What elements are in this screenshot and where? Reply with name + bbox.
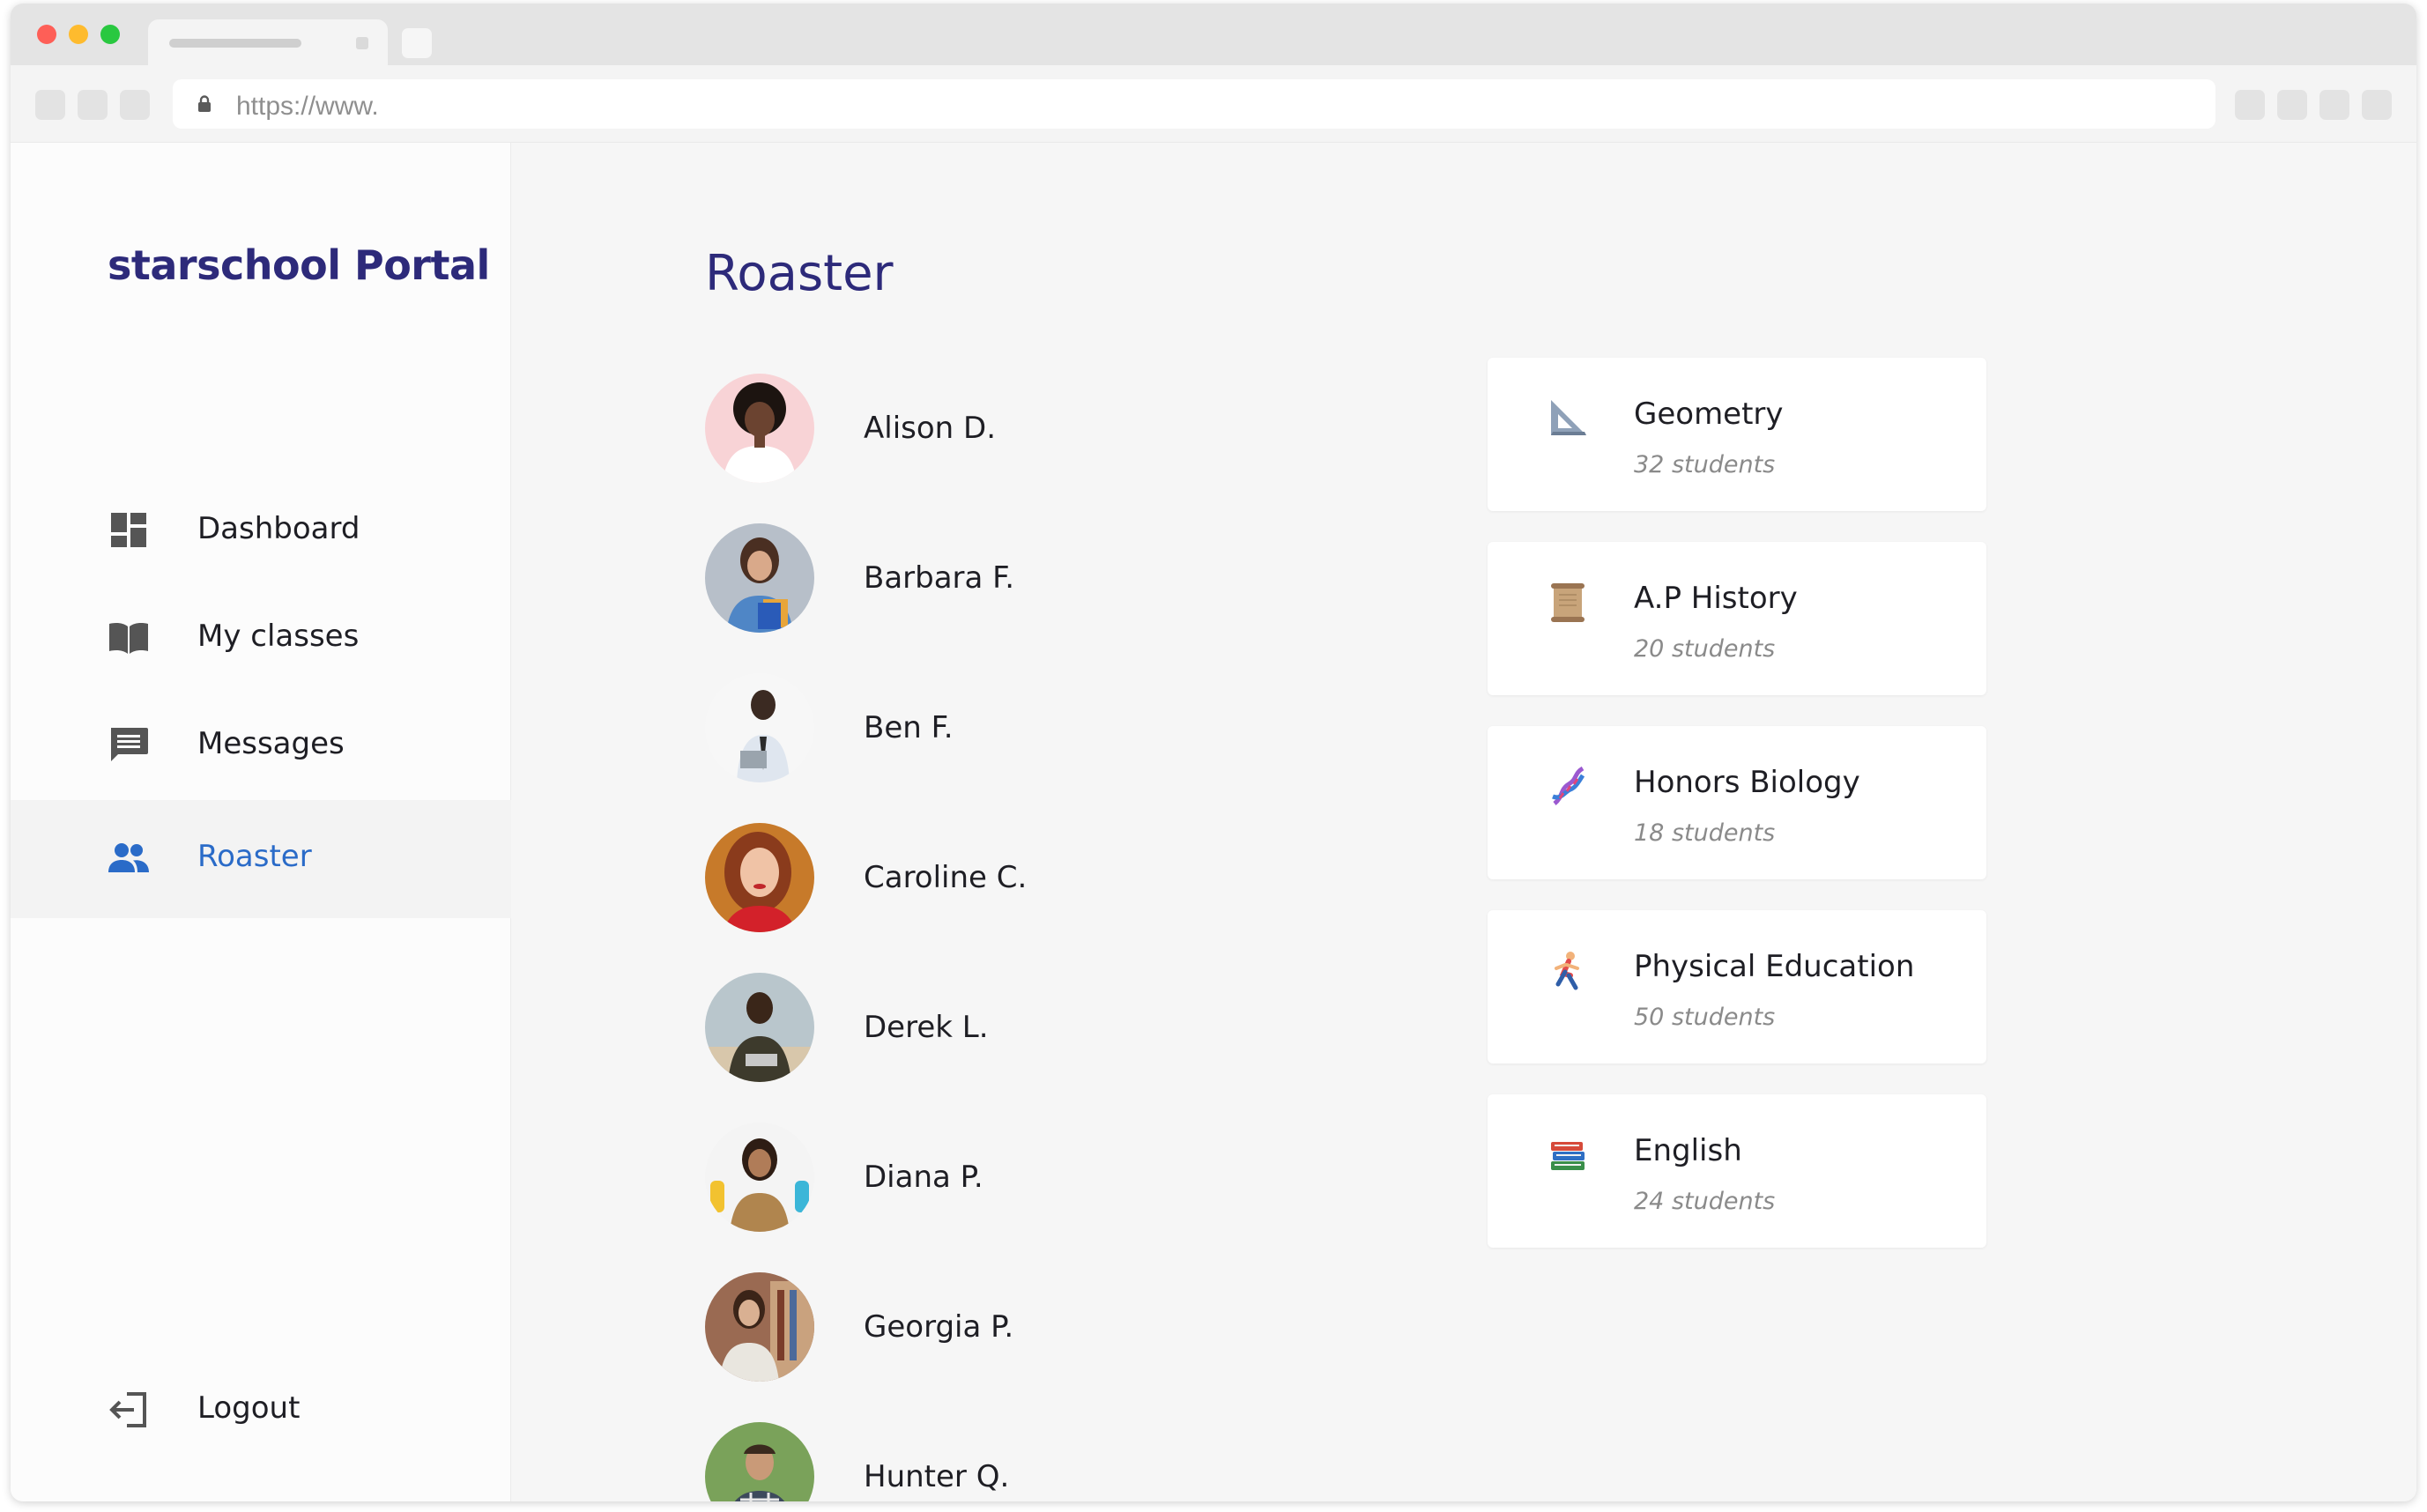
class-student-count: 18 students: [1634, 819, 1776, 847]
sidebar-item-label: Dashboard: [197, 511, 360, 546]
student-name: Ben F.: [864, 710, 954, 745]
class-name: Geometry: [1634, 397, 1784, 432]
class-card-geometry[interactable]: Geometry 32 students: [1488, 358, 1986, 511]
student-row[interactable]: Derek L.: [705, 973, 1322, 1082]
avatar: [705, 1422, 814, 1501]
avatar: [705, 523, 814, 633]
sidebar-item-label: Roaster: [197, 839, 312, 874]
page-content: starschool Portal Dashboard My classes M…: [11, 143, 2416, 1501]
address-bar[interactable]: https://www.: [173, 79, 2215, 129]
minimize-window-button[interactable]: [69, 25, 88, 44]
avatar: [705, 374, 814, 483]
student-row[interactable]: Ben F.: [705, 673, 1322, 782]
close-window-button[interactable]: [37, 25, 56, 44]
url-text: https://www.: [236, 92, 379, 121]
lock-icon: [198, 95, 211, 112]
student-list: Alison D. Barbara F. Ben F. Caroline C. …: [705, 374, 1322, 1501]
avatar: [705, 1123, 814, 1232]
back-button[interactable]: [35, 90, 65, 120]
student-row[interactable]: Hunter Q.: [705, 1422, 1322, 1501]
student-row[interactable]: Caroline C.: [705, 823, 1322, 932]
sidebar-item-dashboard[interactable]: Dashboard: [11, 478, 511, 583]
triangle-ruler-icon: [1551, 400, 1586, 435]
logout-label: Logout: [197, 1390, 301, 1426]
sidebar-item-label: Messages: [197, 726, 345, 761]
student-name: Diana P.: [864, 1160, 983, 1195]
class-card-physical-education[interactable]: Physical Education 50 students: [1488, 910, 1986, 1064]
sidebar: starschool Portal Dashboard My classes M…: [11, 143, 511, 1501]
people-icon: [108, 843, 149, 872]
class-student-count: 32 students: [1634, 451, 1776, 478]
student-name: Caroline C.: [864, 860, 1028, 895]
books-icon: [1551, 1142, 1585, 1170]
forward-button[interactable]: [78, 90, 108, 120]
extension-button-4[interactable]: [2362, 90, 2392, 120]
browser-titlebar: [11, 4, 2416, 65]
class-name: Physical Education: [1634, 949, 1915, 984]
avatar: [705, 823, 814, 932]
maximize-window-button[interactable]: [100, 25, 120, 44]
tab-title-placeholder: [169, 39, 301, 48]
class-name: Honors Biology: [1634, 765, 1860, 800]
logout-button[interactable]: Logout: [11, 1357, 511, 1463]
student-name: Barbara F.: [864, 560, 1015, 596]
browser-toolbar: https://www.: [11, 65, 2416, 143]
student-name: Hunter Q.: [864, 1459, 1010, 1494]
class-name: A.P History: [1634, 581, 1798, 616]
extension-button-1[interactable]: [2235, 90, 2265, 120]
logout-icon: [109, 1392, 146, 1427]
class-student-count: 50 students: [1634, 1004, 1776, 1031]
class-student-count: 24 students: [1634, 1188, 1776, 1215]
sidebar-item-label: My classes: [197, 619, 360, 654]
extension-button-3[interactable]: [2319, 90, 2349, 120]
browser-window: https://www. starschool Portal Dashboard: [11, 4, 2416, 1501]
avatar: [705, 973, 814, 1082]
runner-icon: [1555, 952, 1579, 990]
scroll-icon: [1551, 583, 1585, 622]
student-name: Georgia P.: [864, 1309, 1014, 1345]
student-row[interactable]: Georgia P.: [705, 1272, 1322, 1382]
avatar: [705, 1272, 814, 1382]
book-icon: [109, 623, 148, 654]
new-tab-button[interactable]: [402, 28, 432, 58]
dashboard-icon: [111, 513, 146, 547]
browser-tab[interactable]: [148, 19, 388, 65]
class-name: English: [1634, 1133, 1742, 1168]
class-card-ap-history[interactable]: A.P History 20 students: [1488, 542, 1986, 695]
message-icon: [111, 728, 148, 761]
sidebar-item-my-classes[interactable]: My classes: [11, 585, 511, 691]
class-card-honors-biology[interactable]: Honors Biology 18 students: [1488, 726, 1986, 879]
page-title: Roaster: [705, 245, 894, 302]
class-card-english[interactable]: English 24 students: [1488, 1094, 1986, 1248]
sidebar-item-roaster[interactable]: Roaster: [11, 800, 511, 918]
student-row[interactable]: Barbara F.: [705, 523, 1322, 633]
student-row[interactable]: Alison D.: [705, 374, 1322, 483]
tab-close-icon[interactable]: [356, 37, 368, 49]
dna-icon: [1552, 766, 1585, 805]
avatar: [705, 673, 814, 782]
student-name: Derek L.: [864, 1010, 989, 1045]
brand-title[interactable]: starschool Portal: [108, 241, 490, 289]
reload-button[interactable]: [120, 90, 150, 120]
sidebar-item-messages[interactable]: Messages: [11, 693, 511, 798]
extension-button-2[interactable]: [2277, 90, 2307, 120]
student-name: Alison D.: [864, 411, 997, 446]
student-row[interactable]: Diana P.: [705, 1123, 1322, 1232]
class-student-count: 20 students: [1634, 635, 1776, 663]
